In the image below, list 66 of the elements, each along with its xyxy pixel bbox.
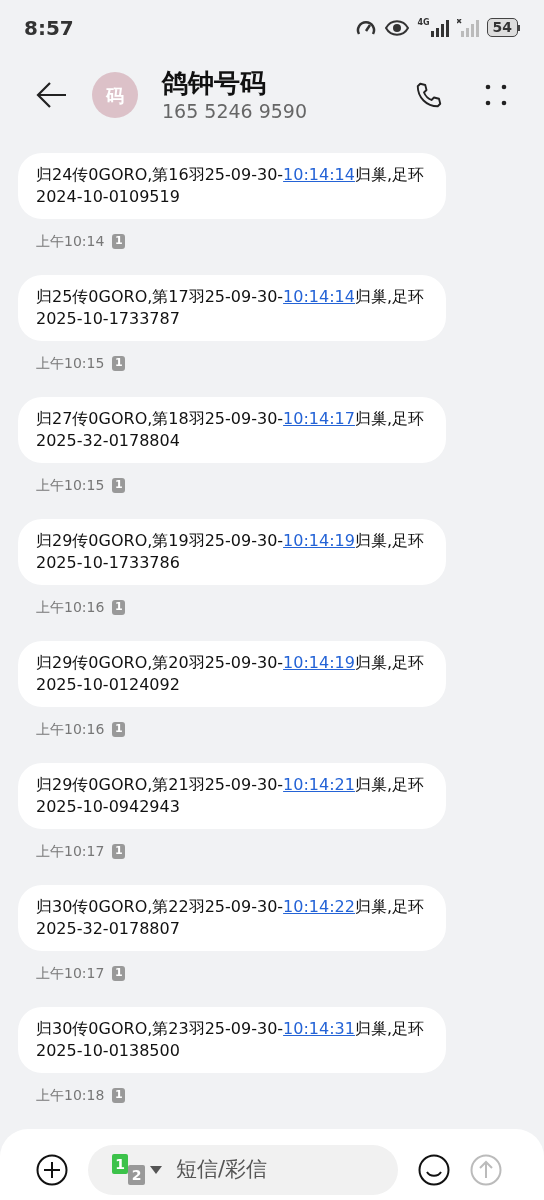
time-link[interactable]: 10:14:14 — [283, 164, 355, 186]
sim-badge: 1 — [112, 234, 126, 249]
message-text: 归巢,足环 — [354, 896, 425, 918]
ring-number: 2025-10-1733787 — [36, 308, 180, 330]
message-time: 上午10:18 — [36, 1086, 105, 1105]
message-text: 归巢,足环 — [354, 774, 425, 796]
emoji-icon[interactable] — [418, 1154, 450, 1186]
time-link[interactable]: 10:14:17 — [283, 408, 355, 430]
no-signal-icon — [456, 18, 479, 37]
message-text: 归24传0GORO,第16羽25-09-30- — [36, 164, 284, 186]
message-text: 归巢,足环 — [354, 1018, 425, 1040]
sim-badge: 1 — [112, 1088, 126, 1103]
message-text: 归巢,足环 — [354, 164, 425, 186]
phone-number: 165 5246 9590 — [162, 99, 309, 123]
back-arrow-icon[interactable] — [36, 81, 68, 109]
more-icon[interactable] — [484, 83, 508, 107]
contact-name: 鸽钟号码 — [162, 67, 267, 99]
ring-number: 2025-10-1733786 — [36, 552, 180, 574]
eye-icon — [385, 19, 410, 36]
message-time: 上午10:15 — [36, 476, 105, 495]
time-link[interactable]: 10:14:21 — [283, 774, 355, 796]
status-time: 8:57 — [24, 14, 74, 42]
message-text: 归巢,足环 — [354, 408, 425, 430]
sim-badge: 1 — [112, 722, 126, 737]
message-text: 归30传0GORO,第23羽25-09-30- — [36, 1018, 284, 1040]
message-text: 归29传0GORO,第19羽25-09-30- — [36, 530, 284, 552]
network-label: 4G — [417, 18, 430, 27]
message-time: 上午10:17 — [36, 964, 105, 983]
message-text: 归巢,足环 — [354, 652, 425, 674]
add-icon[interactable] — [36, 1154, 68, 1186]
message-field[interactable]: 短信/彩信 — [176, 1154, 326, 1186]
message-time: 上午10:16 — [36, 720, 105, 739]
time-link[interactable]: 10:14:31 — [283, 1018, 355, 1040]
message-text: 归29传0GORO,第21羽25-09-30- — [36, 774, 284, 796]
ring-number: 2025-10-0138500 — [36, 1040, 180, 1062]
ring-number: 2025-10-0942943 — [36, 796, 180, 818]
ring-number: 2025-32-0178804 — [36, 430, 180, 452]
signal-icon — [430, 18, 449, 37]
ring-number: 2025-32-0178807 — [36, 918, 180, 940]
ring-number: 2025-10-0124092 — [36, 674, 180, 696]
message-input[interactable]: 1 2 短信/彩信 — [88, 1145, 398, 1195]
sim-two-badge[interactable]: 2 — [128, 1165, 145, 1185]
sim-badge: 1 — [112, 478, 126, 493]
battery-indicator: 54 — [486, 18, 518, 37]
message-text: 归巢,足环 — [354, 530, 425, 552]
time-link[interactable]: 10:14:14 — [283, 286, 355, 308]
message-time: 上午10:16 — [36, 598, 105, 617]
sim-badge: 1 — [112, 966, 126, 981]
time-link[interactable]: 10:14:19 — [283, 530, 355, 552]
message-time: 上午10:17 — [36, 842, 105, 861]
time-link[interactable]: 10:14:22 — [283, 896, 355, 918]
ring-number: 2024-10-0109519 — [36, 186, 180, 208]
caret-icon[interactable] — [150, 1166, 162, 1174]
contact-avatar: 码 — [92, 72, 138, 118]
sim-badge: 1 — [112, 600, 126, 615]
message-text: 归27传0GORO,第18羽25-09-30- — [36, 408, 284, 430]
message-text: 归25传0GORO,第17羽25-09-30- — [36, 286, 284, 308]
sim-badge: 1 — [112, 356, 126, 371]
message-text: 归30传0GORO,第22羽25-09-30- — [36, 896, 284, 918]
message-text: 归巢,足环 — [354, 286, 425, 308]
message-time: 上午10:14 — [36, 232, 105, 251]
sim-badge: 1 — [112, 844, 126, 859]
message-text: 归29传0GORO,第20羽25-09-30- — [36, 652, 284, 674]
phone-icon[interactable] — [414, 80, 444, 110]
time-link[interactable]: 10:14:19 — [283, 652, 355, 674]
message-time: 上午10:15 — [36, 354, 105, 373]
